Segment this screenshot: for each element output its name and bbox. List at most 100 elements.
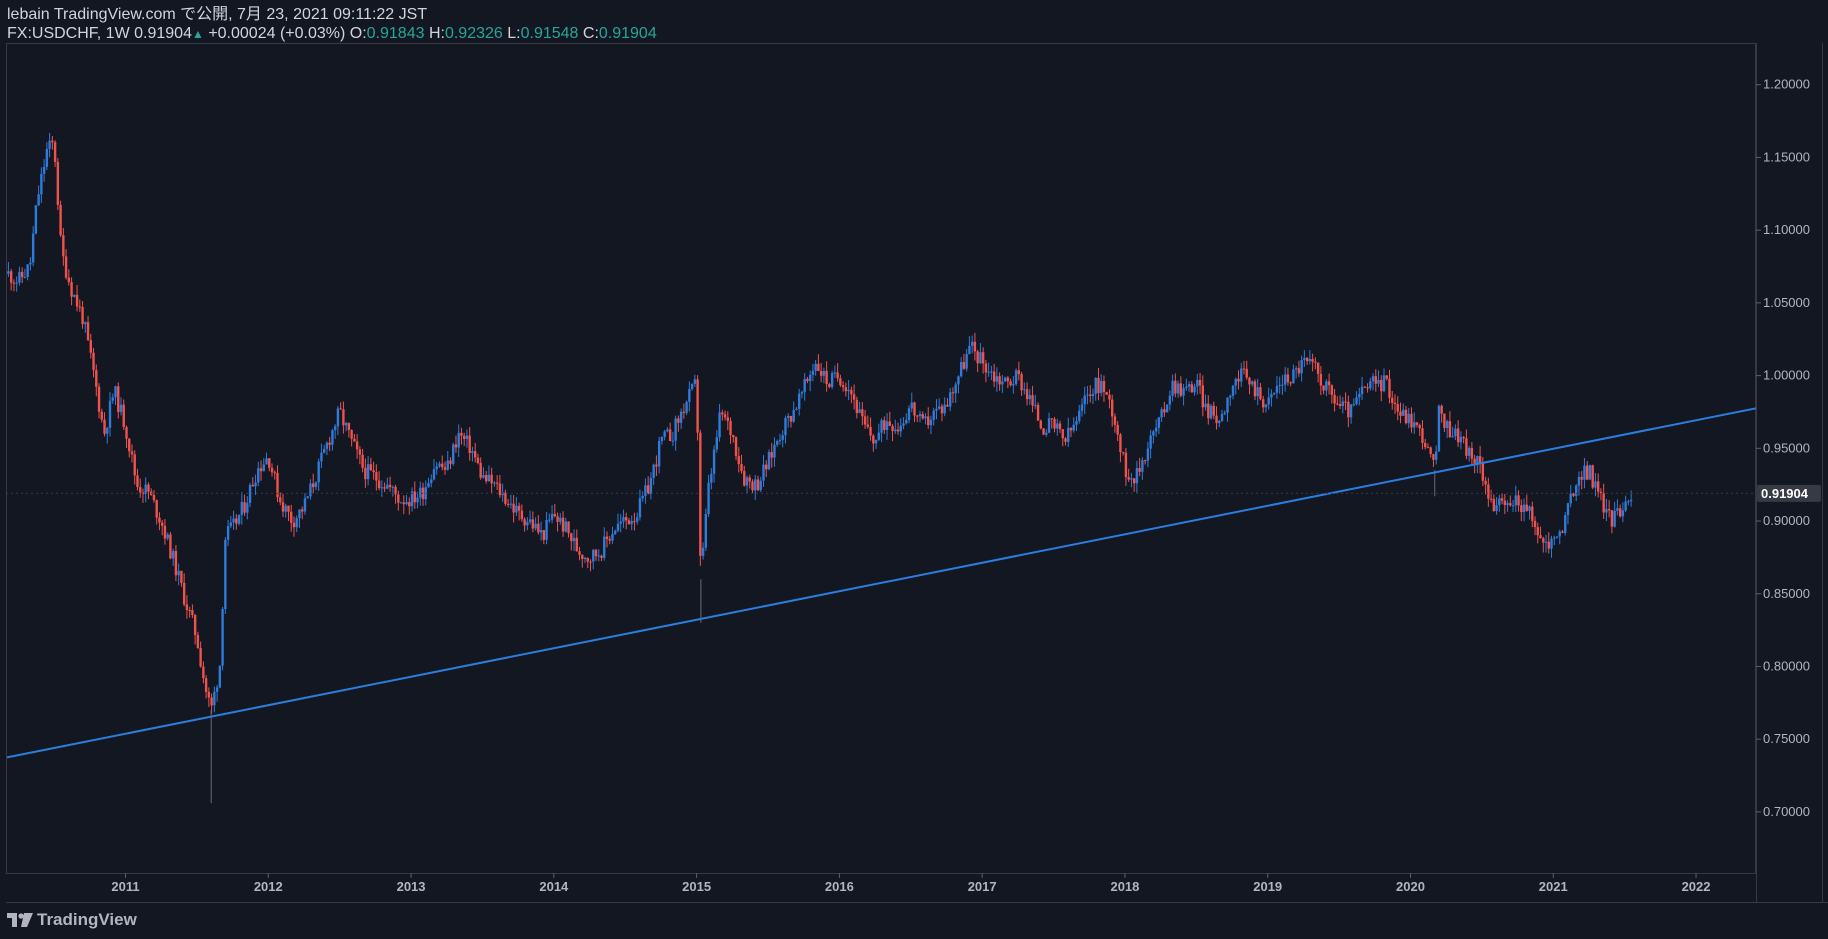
price-chart[interactable]: 1.20000 1.15000 1.10000 1.05000 1.00000 0.950… <box>0 0 1828 939</box>
candle-body <box>1413 422 1416 428</box>
candle-body <box>62 235 65 257</box>
candle-body <box>655 464 658 467</box>
candle-body <box>828 383 831 388</box>
candle-body <box>850 389 853 395</box>
candle-body <box>885 421 889 430</box>
candle-body <box>1489 498 1493 500</box>
brand-name: TradingView <box>37 910 137 929</box>
candle-body <box>1160 409 1163 418</box>
candle-body <box>1091 393 1095 396</box>
candle-body <box>432 469 436 480</box>
candle-body <box>188 610 191 612</box>
candle-body <box>586 557 589 562</box>
candle-body <box>1072 424 1075 431</box>
candle-body <box>723 414 727 418</box>
candle-body <box>26 264 29 278</box>
candle-body <box>279 497 282 503</box>
candle-body <box>1591 465 1594 488</box>
candle-body <box>1605 508 1608 513</box>
candle-body <box>1245 368 1248 378</box>
candle-body <box>504 492 507 504</box>
brand-watermark[interactable]: TradingView <box>7 910 137 930</box>
candle-body <box>1525 504 1528 511</box>
candle-body <box>542 530 546 540</box>
candle-body <box>638 498 642 518</box>
candle-body <box>1039 420 1043 429</box>
candle-body <box>1391 397 1394 403</box>
candle-body <box>891 425 894 432</box>
candle-body <box>1421 428 1424 443</box>
candle-body <box>339 408 342 410</box>
candle-body <box>42 166 46 174</box>
candles-layer <box>7 132 1633 804</box>
candle-body <box>1575 485 1578 496</box>
candle-body <box>1286 374 1290 383</box>
candle-body <box>81 307 84 325</box>
candle-body <box>668 429 672 442</box>
candle-body <box>1448 421 1452 438</box>
candle-body <box>1569 493 1572 504</box>
candle-body <box>979 352 982 364</box>
candle-body <box>924 416 927 419</box>
candle-body <box>1218 420 1221 424</box>
candle-body <box>97 386 101 412</box>
candle-body <box>23 277 27 279</box>
candle-body <box>1152 431 1155 436</box>
candle-body <box>37 194 40 206</box>
candle-body <box>1338 404 1342 407</box>
candle-body <box>707 482 710 515</box>
candle-body <box>866 424 870 427</box>
candle-body <box>1374 376 1377 384</box>
candle-body <box>117 386 120 412</box>
candle-body <box>578 551 581 555</box>
candle-body <box>830 372 834 388</box>
candle-body <box>273 472 276 474</box>
candle-body <box>1113 416 1117 425</box>
candle-body <box>196 634 200 649</box>
candle-body <box>1067 427 1070 442</box>
candle-body <box>224 539 227 610</box>
candle-body <box>718 412 721 438</box>
candle-body <box>419 487 422 498</box>
candle-body <box>559 517 562 522</box>
candle-body <box>251 484 254 487</box>
candle-body <box>1319 373 1323 386</box>
candle-body <box>1533 520 1537 528</box>
candle-body <box>526 521 529 526</box>
candle-body <box>114 386 117 398</box>
candle-body <box>957 376 960 385</box>
candle-body <box>383 487 386 489</box>
candle-body <box>1242 368 1246 370</box>
candle-body <box>386 484 389 489</box>
candle-body <box>729 420 732 436</box>
candle-body <box>1278 385 1281 387</box>
candle-body <box>1434 451 1438 460</box>
candle-body <box>649 477 653 495</box>
candle-body <box>163 525 167 539</box>
candle-body <box>108 400 112 428</box>
candle-body <box>1583 465 1586 480</box>
candle-body <box>1347 401 1350 418</box>
candle-body <box>12 282 16 284</box>
candle-body <box>726 417 729 421</box>
candle-body <box>1314 361 1317 363</box>
price-tick-label: 1.05000 <box>1763 295 1810 310</box>
candle-body <box>1174 380 1177 394</box>
candle-body <box>1382 375 1386 392</box>
candle-body <box>292 522 296 528</box>
price-axis[interactable]: 1.20000 1.15000 1.10000 1.05000 1.00000 0.950… <box>1756 77 1810 819</box>
candle-body <box>877 432 881 440</box>
candle-body <box>1042 428 1045 435</box>
candle-body <box>1399 411 1402 416</box>
candle-body <box>795 408 798 411</box>
candle-body <box>34 205 38 234</box>
candle-body <box>155 500 158 518</box>
time-axis[interactable]: 2011 2012 2013 2014 2015 2016 2017 2018 2019 2020… <box>111 873 1710 894</box>
candle-body <box>136 475 139 488</box>
candle-body <box>940 406 944 414</box>
candle-body <box>1336 403 1339 405</box>
candle-body <box>375 472 378 481</box>
candle-body <box>660 436 664 441</box>
candle-body <box>907 408 911 420</box>
candle-body <box>284 505 287 512</box>
